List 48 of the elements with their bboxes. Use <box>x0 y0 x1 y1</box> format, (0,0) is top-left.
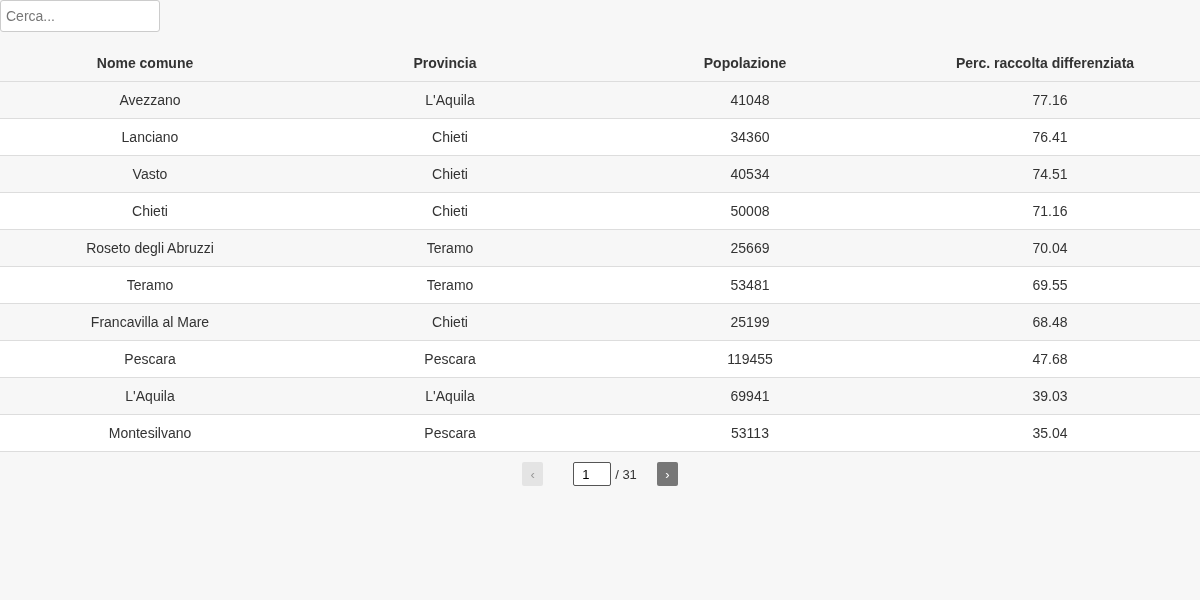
search-field[interactable]: Cerca... <box>0 0 160 32</box>
table-cell: Teramo <box>0 266 300 304</box>
table-cell: 69941 <box>600 377 900 415</box>
table-cell: Roseto degli Abruzzi <box>0 229 300 267</box>
table-cell: Chieti <box>300 118 600 156</box>
column-header: Provincia <box>300 44 600 82</box>
table-cell: Avezzano <box>0 81 300 119</box>
table-cell: 40534 <box>600 155 900 193</box>
table-cell: 47.68 <box>900 340 1200 378</box>
table-cell: 69.55 <box>900 266 1200 304</box>
table-cell: 53481 <box>600 266 900 304</box>
table-cell: Lanciano <box>0 118 300 156</box>
column-header: Popolazione <box>600 44 900 82</box>
page-total: / 31 <box>615 466 637 482</box>
table-cell: L'Aquila <box>300 377 600 415</box>
table-cell: Montesilvano <box>0 414 300 452</box>
table-cell: 71.16 <box>900 192 1200 230</box>
table-cell: 35.04 <box>900 414 1200 452</box>
page-number-field[interactable]: 1 <box>573 462 612 486</box>
table-cell: Chieti <box>300 192 600 230</box>
table-cell: 25199 <box>600 303 900 341</box>
table-cell: Vasto <box>0 155 300 193</box>
table-cell: 68.48 <box>900 303 1200 341</box>
table-cell: 53113 <box>600 414 900 452</box>
table-cell: Chieti <box>300 155 600 193</box>
table-cell: Pescara <box>0 340 300 378</box>
table-cell: Pescara <box>300 340 600 378</box>
table-cell: 25669 <box>600 229 900 267</box>
column-header: Perc. raccolta differenziata <box>900 44 1200 82</box>
column-header: Nome comune <box>0 44 300 82</box>
table-cell: Francavilla al Mare <box>0 303 300 341</box>
table-cell: Chieti <box>0 192 300 230</box>
table-cell: 70.04 <box>900 229 1200 267</box>
table-cell: 50008 <box>600 192 900 230</box>
table-cell: 39.03 <box>900 377 1200 415</box>
table-cell: 77.16 <box>900 81 1200 119</box>
table-cell: Pescara <box>300 414 600 452</box>
table-cell: 34360 <box>600 118 900 156</box>
table-cell: 76.41 <box>900 118 1200 156</box>
table-cell: Chieti <box>300 303 600 341</box>
table-cell: L'Aquila <box>0 377 300 415</box>
table-cell: 41048 <box>600 81 900 119</box>
table-cell: Teramo <box>300 229 600 267</box>
table-cell: 119455 <box>600 340 900 378</box>
table-cell: 74.51 <box>900 155 1200 193</box>
table-cell: L'Aquila <box>300 81 600 119</box>
table-cell: Teramo <box>300 266 600 304</box>
next-page-button[interactable]: › <box>656 462 678 486</box>
